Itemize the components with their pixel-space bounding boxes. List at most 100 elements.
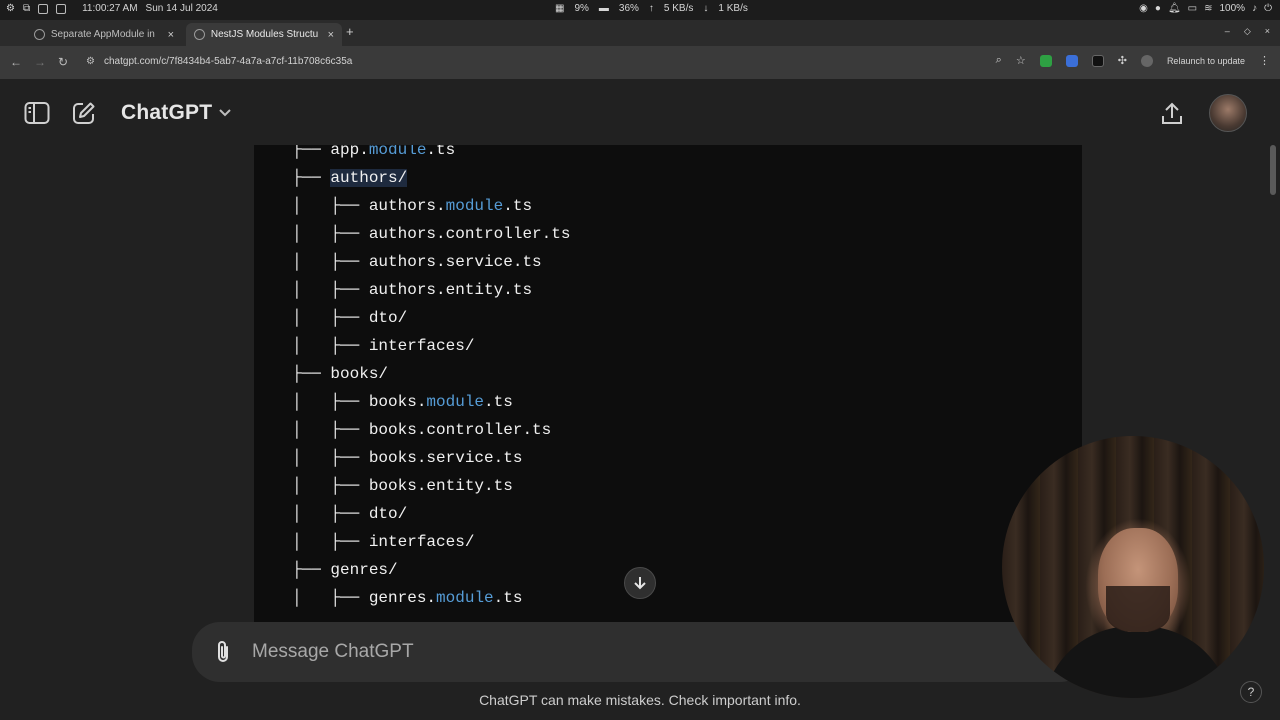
code-line: │ ├── books.service.ts — [292, 449, 522, 477]
tree-prefix: │ ├── — [292, 337, 369, 355]
profile-avatar-icon[interactable] — [1140, 54, 1153, 67]
close-tab-icon[interactable]: × — [168, 29, 174, 41]
bookmark-star-icon[interactable]: ☆ — [1016, 54, 1026, 67]
paperclip-icon[interactable] — [214, 640, 232, 664]
url-field[interactable]: chatgpt.com/c/7f8434b4-5ab7-4a7a-a7cf-11… — [104, 56, 352, 67]
keyword-token: module — [426, 393, 485, 411]
site-info-icon[interactable]: ⚙ — [86, 56, 95, 67]
download-rate: 1 KB/s — [718, 3, 748, 14]
message-composer — [192, 622, 1088, 682]
code-block: ├── app.module.ts ├── authors/│ ├── autho… — [254, 145, 1082, 622]
shield-extension-icon[interactable] — [1039, 54, 1052, 67]
os-date: Sun 14 Jul 2024 — [145, 3, 218, 14]
code-line: ├── authors/ — [292, 169, 408, 197]
keyword-token: module — [445, 197, 504, 215]
memory-usage: 36% — [618, 3, 639, 14]
relaunch-button[interactable]: Relaunch to update — [1167, 56, 1245, 66]
keyword-token: module — [436, 589, 494, 607]
tree-prefix: ├── — [292, 561, 331, 579]
browser-menu-icon[interactable]: ⋮ — [1259, 54, 1270, 67]
tab-separate-appmodule[interactable]: Separate AppModule in × — [26, 23, 182, 46]
window-list-icon[interactable] — [38, 3, 49, 14]
tree-prefix: │ ├── — [292, 589, 369, 607]
chevron-down-icon[interactable] — [218, 105, 232, 119]
file-name: dto/ — [368, 505, 408, 523]
new-tab-button[interactable]: + — [346, 24, 354, 39]
code-line: │ ├── authors.module.ts — [292, 197, 532, 225]
new-chat-icon[interactable] — [72, 101, 96, 125]
keyword-token: module — [368, 145, 427, 159]
minimize-icon[interactable]: – — [1225, 26, 1230, 37]
browser-tab-strip: ▾ Separate AppModule in × NestJS Modules… — [0, 20, 1280, 56]
file-name: interfaces/ — [368, 533, 475, 551]
sidebar-toggle-icon[interactable] — [24, 101, 50, 125]
tree-prefix: ├── — [292, 145, 331, 159]
os-clock: 11:00:27 AM — [82, 3, 138, 14]
os-top-bar: ⚙ ⧉ 11:00:27 AM Sun 14 Jul 2024 ▦ 9% ▬ 3… — [0, 0, 1280, 20]
cpu-icon: ▦ — [555, 3, 565, 14]
upload-icon: ↑ — [648, 3, 654, 14]
presenter-shirt — [1042, 626, 1232, 698]
tab-nestjs-modules[interactable]: NestJS Modules Structu × — [186, 23, 342, 46]
code-line: │ ├── books.entity.ts — [292, 477, 513, 505]
extensions-puzzle-icon[interactable]: ✣ — [1118, 54, 1127, 67]
wifi-icon[interactable]: ≋ — [1204, 3, 1212, 14]
code-line: │ ├── genres.module.ts — [292, 589, 522, 617]
file-name: authors.entity.ts — [368, 281, 533, 299]
file-name: authors/ — [330, 169, 408, 187]
power-icon[interactable]: ⏻ — [1264, 3, 1272, 14]
user-avatar[interactable] — [1209, 94, 1247, 132]
tree-prefix: │ ├── — [292, 505, 369, 523]
download-icon: ↓ — [703, 3, 709, 14]
volume-icon[interactable]: ♪ — [1252, 3, 1257, 14]
file-name: authors.service.ts — [368, 253, 542, 271]
message-input[interactable] — [252, 636, 1012, 668]
workspace-icon[interactable]: ⧉ — [23, 3, 30, 14]
translate-extension-icon[interactable] — [1065, 54, 1078, 67]
extension-icon[interactable] — [1091, 54, 1104, 67]
tree-prefix: │ ├── — [292, 393, 369, 411]
share-icon[interactable] — [1160, 101, 1184, 127]
tree-prefix: ├── — [292, 169, 331, 187]
page-scrollbar[interactable] — [1270, 145, 1276, 195]
presenter-beard — [1106, 586, 1170, 632]
file-extension: .ts — [426, 145, 456, 159]
screenshot-icon[interactable] — [56, 3, 67, 14]
close-window-icon[interactable]: × — [1265, 26, 1270, 37]
tray-app-icon[interactable]: ◉ — [1139, 3, 1148, 14]
tray-folder-icon[interactable]: ▭ — [1188, 3, 1197, 14]
reload-icon[interactable]: ↻ — [58, 55, 68, 69]
tray-record-icon[interactable]: ● — [1155, 3, 1161, 14]
tree-prefix: │ ├── — [292, 533, 369, 551]
scroll-to-bottom-button[interactable] — [624, 567, 656, 599]
tray-bell-icon[interactable]: 🔔︎ — [1168, 3, 1181, 14]
tree-prefix: │ ├── — [292, 449, 369, 467]
forward-icon[interactable]: → — [34, 55, 46, 69]
code-line: │ ├── authors.entity.ts — [292, 281, 532, 309]
tab-title: NestJS Modules Structu — [210, 29, 319, 40]
tree-prefix: ├── — [292, 365, 331, 383]
code-line: │ ├── dto/ — [292, 309, 407, 337]
tree-prefix: │ ├── — [292, 281, 369, 299]
code-line: │ ├── interfaces/ — [292, 533, 474, 561]
maximize-icon[interactable]: ◇ — [1244, 26, 1251, 37]
close-tab-icon[interactable]: × — [328, 29, 334, 41]
code-line: │ ├── authors.service.ts — [292, 253, 542, 281]
file-name: dto/ — [368, 309, 408, 327]
code-line: │ ├── books.controller.ts — [292, 421, 551, 449]
zoom-search-icon[interactable]: ⌕ — [996, 54, 1002, 67]
code-line: │ ├── authors.controller.ts — [292, 225, 570, 253]
tree-prefix: │ ├── — [292, 309, 369, 327]
tree-prefix: │ ├── — [292, 197, 369, 215]
file-extension: .ts — [503, 197, 533, 215]
back-icon[interactable]: ← — [10, 55, 22, 69]
memory-icon: ▬ — [598, 3, 609, 14]
help-button[interactable]: ? — [1240, 681, 1262, 703]
os-menu-icon[interactable]: ⚙ — [6, 3, 15, 14]
file-name: books.service.ts — [368, 449, 523, 467]
model-selector-label[interactable]: ChatGPT — [121, 101, 212, 125]
cpu-usage: 9% — [574, 3, 589, 14]
upload-rate: 5 KB/s — [663, 3, 694, 14]
code-line: ├── books/ — [292, 365, 388, 393]
file-name: app. — [330, 145, 369, 159]
